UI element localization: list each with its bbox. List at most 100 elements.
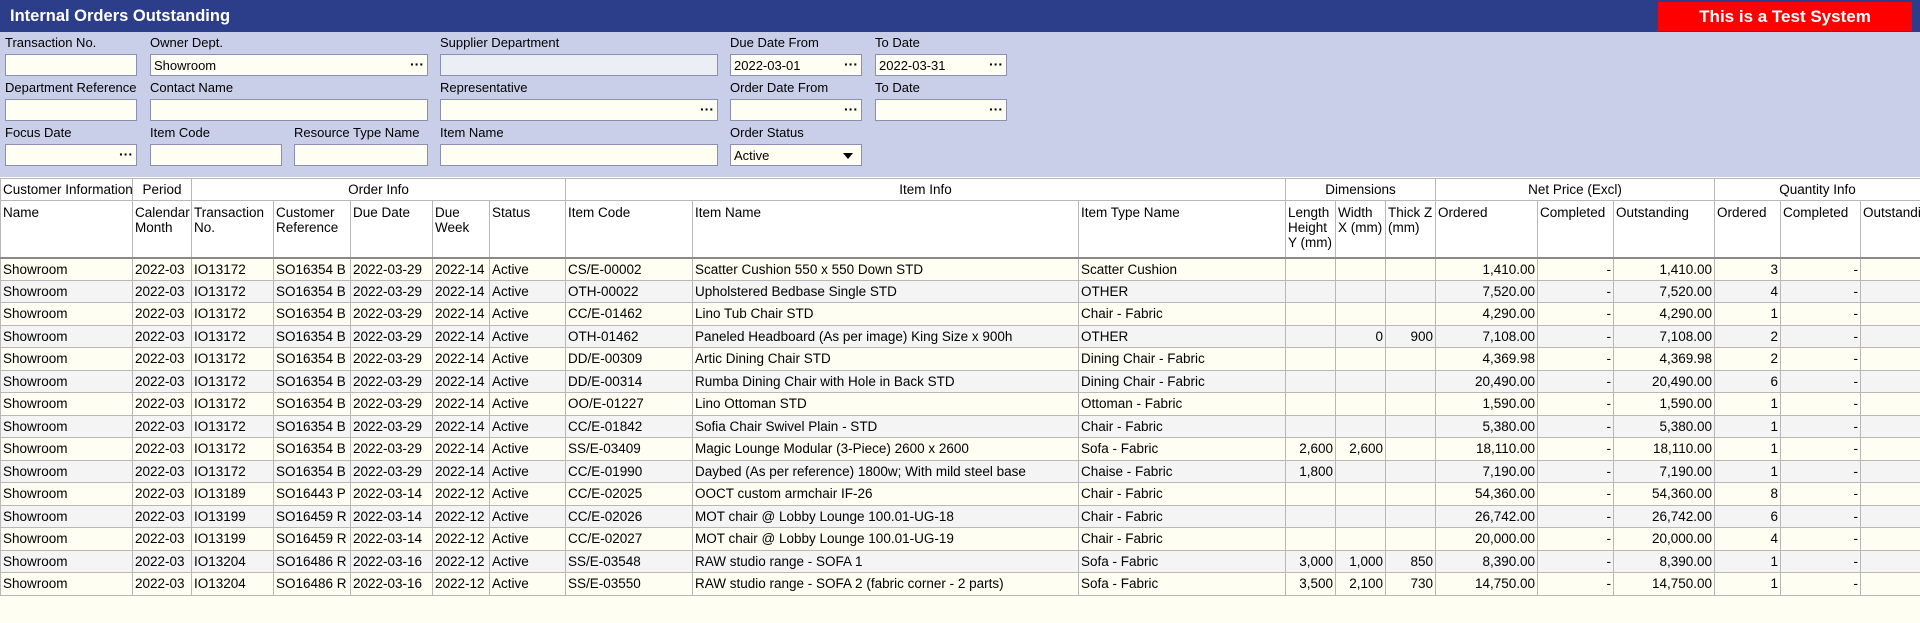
table-cell[interactable]: 2022-03-29 [350, 324, 433, 348]
table-cell[interactable]: 2022-14 [432, 324, 490, 348]
table-cell[interactable]: 3,000 [1285, 549, 1337, 573]
table-cell[interactable] [1860, 549, 1920, 573]
date-picker-ellipsis-icon[interactable]: ··· [119, 146, 133, 162]
table-cell[interactable]: 2022-14 [432, 392, 490, 416]
col-header-price-outstanding[interactable]: Outstanding [1613, 200, 1716, 259]
table-cell[interactable] [1385, 302, 1437, 326]
table-cell[interactable]: - [1780, 279, 1862, 303]
table-cell[interactable] [1860, 369, 1920, 393]
table-cell[interactable]: Lino Tub Chair STD [692, 302, 1079, 326]
lookup-ellipsis-icon[interactable]: ··· [700, 101, 714, 117]
table-cell[interactable]: SO16486 R [273, 549, 351, 573]
table-cell[interactable]: IO13172 [191, 302, 274, 326]
table-cell[interactable]: 2,600 [1335, 437, 1387, 461]
table-cell[interactable]: Showroom [0, 549, 133, 573]
department-reference-input[interactable] [5, 99, 137, 121]
table-cell[interactable]: 2022-03 [132, 527, 192, 551]
table-cell[interactable]: 7,190.00 [1613, 459, 1716, 483]
col-header-width[interactable]: Width X (mm) [1335, 200, 1387, 259]
table-cell[interactable]: - [1537, 302, 1615, 326]
table-cell[interactable]: 2 [1714, 347, 1782, 371]
table-cell[interactable]: 4 [1714, 279, 1782, 303]
table-cell[interactable]: - [1780, 437, 1862, 461]
table-cell[interactable]: Chair - Fabric [1077, 482, 1287, 506]
table-cell[interactable]: 2022-14 [432, 279, 490, 303]
table-cell[interactable]: Active [489, 414, 566, 438]
col-header-item-name[interactable]: Item Name [692, 200, 1079, 259]
table-cell[interactable] [1385, 437, 1437, 461]
focus-date-input[interactable]: ··· [5, 144, 137, 166]
table-cell[interactable]: 8,390.00 [1435, 549, 1539, 573]
table-cell[interactable]: 2022-14 [432, 302, 490, 326]
table-row[interactable]: Showroom 2022-03 IO13172 SO16354 B 2022-03-2… [0, 392, 1920, 416]
table-cell[interactable]: SO16354 B [273, 459, 351, 483]
table-cell[interactable]: 2022-12 [432, 527, 490, 551]
table-cell[interactable]: 850 [1385, 549, 1437, 573]
table-cell[interactable] [1335, 302, 1387, 326]
table-cell[interactable]: Upholstered Bedbase Single STD [692, 279, 1079, 303]
table-cell[interactable]: - [1780, 302, 1862, 326]
table-cell[interactable] [1335, 482, 1387, 506]
table-cell[interactable]: 20,490.00 [1613, 369, 1716, 393]
table-cell[interactable]: OTH-00022 [565, 279, 693, 303]
table-cell[interactable]: 5,380.00 [1613, 414, 1716, 438]
table-cell[interactable] [1335, 369, 1387, 393]
table-cell[interactable]: 18,110.00 [1613, 437, 1716, 461]
table-cell[interactable]: Scatter Cushion [1077, 257, 1287, 281]
table-cell[interactable]: SS/E-03409 [565, 437, 693, 461]
table-cell[interactable]: IO13172 [191, 347, 274, 371]
table-cell[interactable]: 2,100 [1335, 572, 1387, 596]
table-cell[interactable]: - [1780, 369, 1862, 393]
table-cell[interactable] [1860, 437, 1920, 461]
table-cell[interactable]: Showroom [0, 459, 133, 483]
table-cell[interactable]: - [1537, 414, 1615, 438]
table-cell[interactable]: Showroom [0, 527, 133, 551]
table-cell[interactable] [1860, 392, 1920, 416]
table-cell[interactable]: - [1537, 459, 1615, 483]
table-cell[interactable]: RAW studio range - SOFA 1 [692, 549, 1079, 573]
contact-name-input[interactable] [150, 99, 428, 121]
date-picker-ellipsis-icon[interactable]: ··· [844, 56, 858, 72]
table-row[interactable]: Showroom 2022-03 IO13199 SO16459 R 2022-03-1… [0, 504, 1920, 528]
table-cell[interactable] [1285, 279, 1337, 303]
owner-dept-input[interactable]: Showroom ··· [150, 54, 428, 76]
col-header-customer-reference[interactable]: Customer Reference [273, 200, 351, 259]
table-cell[interactable]: 1 [1714, 414, 1782, 438]
table-cell[interactable]: - [1537, 347, 1615, 371]
resource-type-name-input[interactable] [294, 144, 428, 166]
col-header-thick[interactable]: Thick Z (mm) [1385, 200, 1437, 259]
col-header-name[interactable]: Name [0, 200, 133, 259]
table-cell[interactable]: SO16354 B [273, 414, 351, 438]
table-cell[interactable]: Sofa - Fabric [1077, 437, 1287, 461]
table-cell[interactable]: IO13199 [191, 527, 274, 551]
table-cell[interactable]: 1,590.00 [1435, 392, 1539, 416]
table-cell[interactable]: 20,000.00 [1613, 527, 1716, 551]
col-header-due-date[interactable]: Due Date [350, 200, 433, 259]
table-cell[interactable]: OTH-01462 [565, 324, 693, 348]
table-cell[interactable]: 4,369.98 [1435, 347, 1539, 371]
table-cell[interactable] [1860, 414, 1920, 438]
table-row[interactable]: Showroom 2022-03 IO13199 SO16459 R 2022-03-1… [0, 527, 1920, 551]
chevron-down-icon[interactable] [843, 153, 853, 159]
table-cell[interactable]: 2022-03 [132, 392, 192, 416]
table-cell[interactable]: CC/E-02025 [565, 482, 693, 506]
table-cell[interactable]: - [1537, 257, 1615, 281]
table-cell[interactable]: 3 [1714, 257, 1782, 281]
table-cell[interactable]: - [1780, 527, 1862, 551]
table-cell[interactable] [1385, 482, 1437, 506]
table-cell[interactable]: 2022-03 [132, 504, 192, 528]
table-cell[interactable]: 2022-03-29 [350, 369, 433, 393]
table-cell[interactable]: 2022-14 [432, 347, 490, 371]
table-cell[interactable] [1860, 302, 1920, 326]
table-row[interactable]: Showroom 2022-03 IO13172 SO16354 B 2022-03-2… [0, 302, 1920, 326]
table-cell[interactable] [1860, 527, 1920, 551]
table-row[interactable]: Showroom 2022-03 IO13172 SO16354 B 2022-03-2… [0, 437, 1920, 461]
table-cell[interactable]: 2022-03 [132, 459, 192, 483]
table-cell[interactable] [1860, 347, 1920, 371]
table-cell[interactable]: - [1780, 459, 1862, 483]
table-cell[interactable]: SO16354 B [273, 392, 351, 416]
table-cell[interactable]: 2022-14 [432, 414, 490, 438]
table-cell[interactable]: 14,750.00 [1613, 572, 1716, 596]
col-header-length[interactable]: Length Height Y (mm) [1285, 200, 1337, 259]
table-cell[interactable]: 54,360.00 [1613, 482, 1716, 506]
